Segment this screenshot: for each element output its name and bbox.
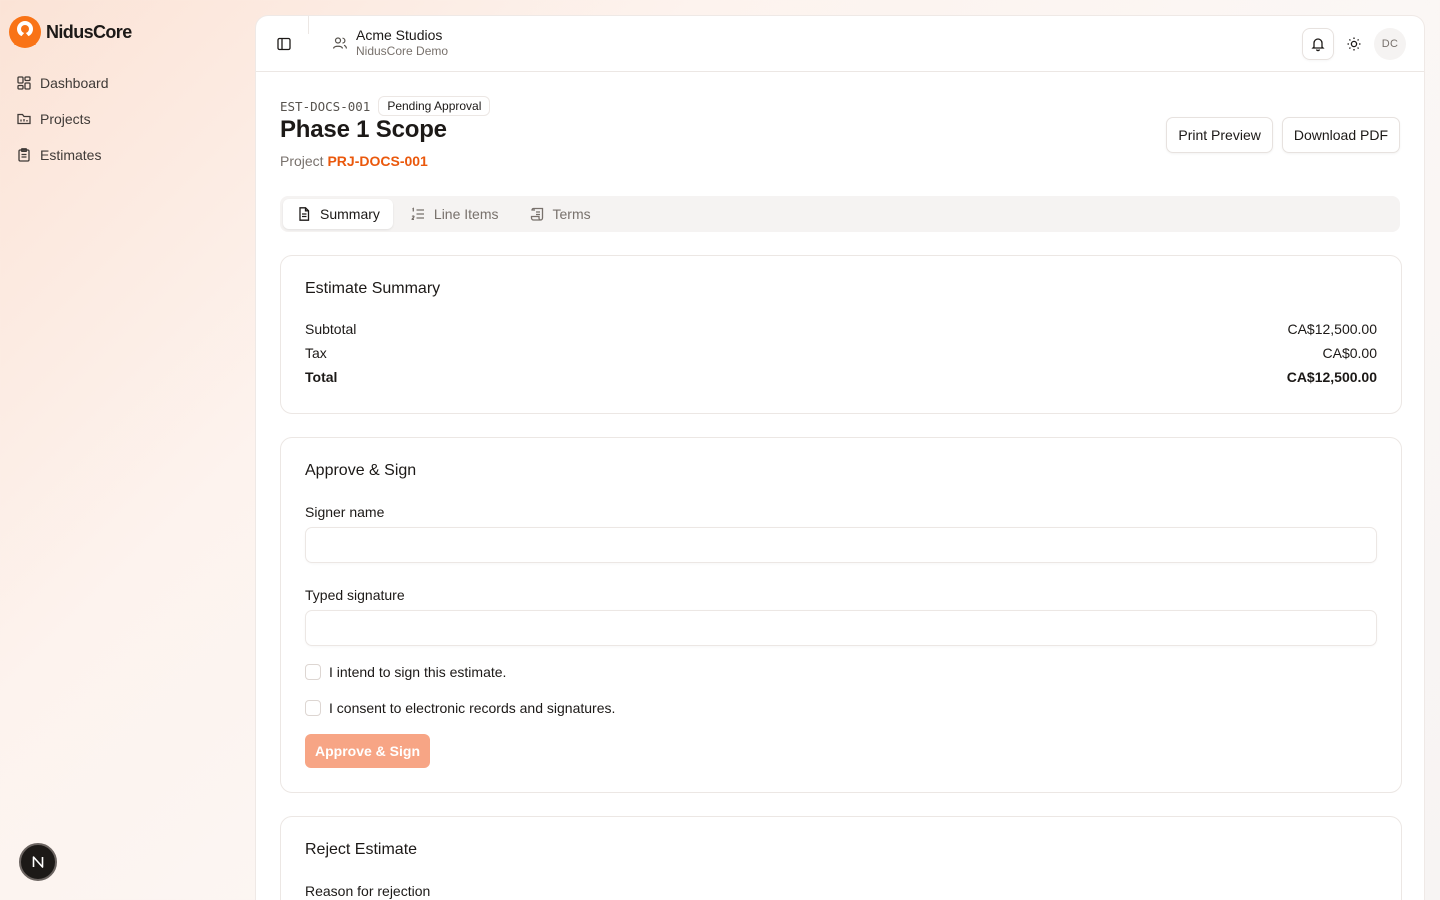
consent-label: I consent to electronic records and sign…	[329, 700, 616, 716]
row-value: CA$12,500.00	[1286, 369, 1377, 385]
summary-row-subtotal: Subtotal CA$12,500.00	[305, 317, 1377, 341]
tab-label: Line Items	[433, 206, 499, 222]
intent-label: I intend to sign this estimate.	[329, 664, 507, 680]
sidebar-item-label: Dashboard	[40, 75, 109, 91]
notifications-button[interactable]	[1302, 28, 1334, 60]
consent-checkbox[interactable]	[305, 700, 321, 716]
card-title: Approve & Sign	[305, 462, 417, 479]
signer-name-input[interactable]	[305, 527, 1377, 563]
dashboard-icon	[17, 76, 31, 90]
topbar-actions: DC	[1302, 28, 1406, 60]
brand-name: NidusCore	[46, 21, 132, 42]
intent-checkbox-row[interactable]: I intend to sign this estimate.	[305, 664, 1377, 680]
summary-rows: Subtotal CA$12,500.00 Tax CA$0.00 Total …	[305, 317, 1377, 389]
summary-row-tax: Tax CA$0.00	[305, 341, 1377, 365]
page-header: EST-DOCS-001 Pending Approval Phase 1 Sc…	[280, 72, 1400, 187]
page-title: Phase 1 Scope	[280, 116, 447, 143]
approve-sign-card: Approve & Sign Signer name Typed signatu…	[280, 437, 1402, 793]
project-label: Project	[280, 153, 324, 169]
card-title: Estimate Summary	[305, 280, 441, 297]
users-icon	[332, 36, 348, 49]
header-actions: Print Preview Download PDF	[1166, 117, 1400, 153]
brand[interactable]: NidusCore	[8, 15, 132, 49]
doc-meta: EST-DOCS-001 Pending Approval	[280, 96, 491, 116]
row-label: Subtotal	[305, 321, 357, 337]
main-panel: Acme Studios NidusCore Demo DC EST-DOCS-	[256, 16, 1424, 900]
tab-label: Summary	[320, 206, 380, 222]
status-badge: Pending Approval	[378, 96, 491, 116]
dev-tools-badge[interactable]	[19, 843, 57, 881]
org-subtitle: NidusCore Demo	[356, 44, 449, 58]
summary-row-total: Total CA$12,500.00	[305, 365, 1377, 389]
clipboard-icon	[18, 148, 30, 162]
folder-icon	[17, 113, 31, 125]
row-value: CA$0.00	[1322, 345, 1377, 361]
brand-logo-icon	[9, 16, 41, 48]
sidebar-item-dashboard[interactable]: Dashboard	[8, 65, 248, 101]
n-logo-icon	[32, 856, 44, 868]
row-label: Total	[305, 369, 338, 385]
intent-checkbox[interactable]	[305, 664, 321, 680]
project-code-link[interactable]: PRJ-DOCS-001	[327, 153, 427, 169]
tab-label: Terms	[552, 206, 591, 222]
tab-terms[interactable]: Terms	[516, 199, 604, 229]
bell-icon	[1311, 38, 1325, 52]
content: EST-DOCS-001 Pending Approval Phase 1 Sc…	[256, 72, 1424, 900]
row-value: CA$12,500.00	[1287, 321, 1377, 337]
sidebar: NidusCore Dashboard Projects Estimates	[0, 0, 256, 900]
reject-estimate-card: Reject Estimate Reason for rejection	[280, 816, 1402, 900]
tab-summary[interactable]: Summary	[283, 199, 393, 229]
sidebar-item-label: Projects	[40, 111, 91, 127]
rejection-reason-label: Reason for rejection	[305, 883, 431, 899]
document-icon	[299, 207, 310, 221]
list-ordered-icon	[411, 207, 424, 220]
sidebar-toggle-button[interactable]	[274, 34, 294, 54]
signer-name-label: Signer name	[305, 504, 385, 520]
org-switcher[interactable]: Acme Studios NidusCore Demo	[332, 27, 448, 58]
tab-list: Summary Line Items Terms	[280, 196, 1400, 232]
download-pdf-button[interactable]: Download PDF	[1281, 117, 1400, 153]
card-title: Reject Estimate	[305, 841, 418, 858]
print-preview-button[interactable]: Print Preview	[1166, 117, 1273, 153]
tab-line-items[interactable]: Line Items	[397, 199, 512, 229]
topbar: Acme Studios NidusCore Demo DC	[256, 16, 1424, 72]
doc-id: EST-DOCS-001	[280, 98, 371, 114]
sidebar-nav: Dashboard Projects Estimates	[8, 65, 248, 173]
scroll-icon	[530, 207, 543, 221]
estimate-summary-card: Estimate Summary Subtotal CA$12,500.00 T…	[280, 255, 1402, 414]
topbar-divider	[308, 16, 309, 34]
sidebar-item-label: Estimates	[40, 147, 102, 163]
sidebar-item-estimates[interactable]: Estimates	[8, 137, 248, 173]
typed-signature-label: Typed signature	[305, 587, 405, 603]
sidebar-toggle-icon	[277, 37, 291, 51]
theme-toggle-button[interactable]	[1338, 28, 1370, 60]
user-avatar[interactable]: DC	[1374, 28, 1406, 60]
sidebar-item-projects[interactable]: Projects	[8, 101, 248, 137]
project-reference: Project PRJ-DOCS-001	[280, 153, 428, 169]
typed-signature-input[interactable]	[305, 610, 1377, 646]
approve-sign-button[interactable]: Approve & Sign	[305, 734, 431, 768]
row-label: Tax	[305, 345, 327, 361]
consent-checkbox-row[interactable]: I consent to electronic records and sign…	[305, 700, 1377, 716]
org-name: Acme Studios	[356, 27, 443, 43]
sun-icon	[1347, 37, 1361, 51]
